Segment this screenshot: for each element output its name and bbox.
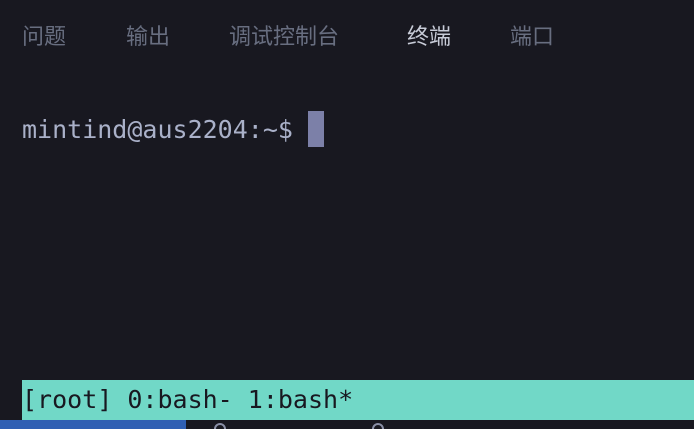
panel-tab-bar: 问题 输出 调试控制台 终端 端口 <box>0 0 694 70</box>
tab-problems[interactable]: 问题 <box>22 19 66 51</box>
bottom-status-strip <box>0 420 694 429</box>
terminal-cursor <box>307 111 324 147</box>
remote-indicator[interactable] <box>0 420 186 429</box>
tab-debug-console[interactable]: 调试控制台 <box>229 19 339 51</box>
tab-terminal[interactable]: 终端 <box>407 19 451 51</box>
tab-ports[interactable]: 端口 <box>510 19 554 51</box>
terminal-area[interactable]: mintind@aus2204:~$ <box>0 70 694 380</box>
status-icon[interactable] <box>214 423 226 429</box>
prompt-line: mintind@aus2204:~$ <box>22 111 324 147</box>
status-icon-secondary[interactable] <box>372 423 384 429</box>
terminal-panel: 问题 输出 调试控制台 终端 端口 mintind@aus2204:~$ [ro… <box>0 0 694 429</box>
shell-prompt: mintind@aus2204:~$ <box>22 114 293 144</box>
tmux-status-bar: [root] 0:bash- 1:bash* <box>22 380 694 420</box>
tab-output[interactable]: 输出 <box>126 19 170 51</box>
